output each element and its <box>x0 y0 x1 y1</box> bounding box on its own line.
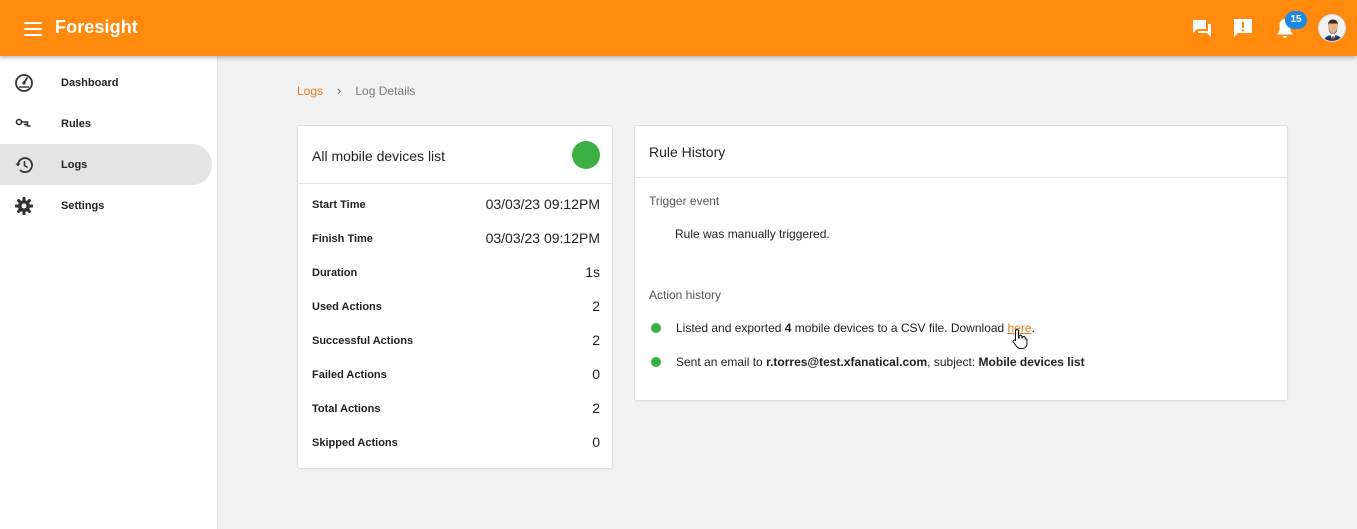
sidebar-item-logs[interactable]: Logs <box>0 144 212 185</box>
sidebar: Dashboard Rules Logs Settings <box>0 56 218 529</box>
breadcrumb: Logs › Log Details <box>297 83 415 98</box>
row-label: Used Actions <box>312 301 382 313</box>
summary-row-skipped-actions: Skipped Actions 0 <box>312 434 600 454</box>
row-value: 0 <box>592 366 600 382</box>
sidebar-item-rules[interactable]: Rules <box>0 103 212 144</box>
notification-badge: 15 <box>1285 11 1307 29</box>
log-summary-card: All mobile devices list Start Time 03/03… <box>297 125 613 469</box>
rule-history-header: Rule History <box>635 126 1287 178</box>
summary-row-successful-actions: Successful Actions 2 <box>312 332 600 352</box>
row-label: Total Actions <box>312 403 381 415</box>
summary-row-start-time: Start Time 03/03/23 09:12PM <box>312 196 600 216</box>
action-text: Listed and exported 4 mobile devices to … <box>676 321 1035 335</box>
breadcrumb-separator: › <box>337 83 342 98</box>
summary-header: All mobile devices list <box>298 126 612 184</box>
row-value: 2 <box>592 332 600 348</box>
email-subject: Mobile devices list <box>978 355 1085 369</box>
success-dot <box>651 323 661 333</box>
sidebar-item-settings[interactable]: Settings <box>0 185 212 226</box>
row-value: 03/03/23 09:12PM <box>485 196 600 212</box>
row-label: Duration <box>312 267 358 279</box>
rules-icon <box>15 118 31 127</box>
row-label: Start Time <box>312 199 366 211</box>
row-value: 2 <box>592 298 600 314</box>
chat-icon[interactable] <box>1190 16 1214 40</box>
sidebar-item-label: Rules <box>61 117 91 130</box>
row-label: Skipped Actions <box>312 437 398 449</box>
sidebar-item-label: Settings <box>61 199 105 212</box>
summary-row-total-actions: Total Actions 2 <box>312 400 600 420</box>
recipient-email: r.torres@test.xfanatical.com <box>766 355 928 369</box>
breadcrumb-current: Log Details <box>355 83 416 98</box>
row-label: Successful Actions <box>312 335 414 347</box>
row-value: 0 <box>592 434 600 450</box>
gear-icon <box>15 196 33 215</box>
trigger-event-label: Trigger event <box>649 194 720 208</box>
action-item: Sent an email to r.torres@test.xfanatica… <box>651 353 1085 371</box>
summary-row-duration: Duration 1s <box>312 264 600 284</box>
row-label: Failed Actions <box>312 369 387 381</box>
breadcrumb-logs-link[interactable]: Logs <box>297 84 323 98</box>
trigger-event-text: Rule was manually triggered. <box>675 227 830 241</box>
top-app-bar: Foresight 15 <box>0 0 1357 56</box>
row-label: Finish Time <box>312 233 373 245</box>
summary-row-failed-actions: Failed Actions 0 <box>312 366 600 386</box>
dashboard-icon <box>15 73 33 92</box>
sidebar-item-label: Dashboard <box>61 76 119 89</box>
feedback-icon[interactable] <box>1231 16 1255 40</box>
row-value: 03/03/23 09:12PM <box>485 230 600 246</box>
row-value: 2 <box>592 400 600 416</box>
row-value: 1s <box>585 264 600 280</box>
action-item: Listed and exported 4 mobile devices to … <box>651 319 1035 337</box>
app-title: Foresight <box>55 17 138 37</box>
rule-title: All mobile devices list <box>312 148 446 164</box>
rule-history-title: Rule History <box>649 144 726 160</box>
sidebar-item-label: Logs <box>61 158 88 171</box>
summary-row-used-actions: Used Actions 2 <box>312 298 600 318</box>
action-text: Sent an email to r.torres@test.xfanatica… <box>676 355 1085 369</box>
status-indicator <box>572 141 600 169</box>
summary-row-finish-time: Finish Time 03/03/23 09:12PM <box>312 230 600 250</box>
menu-icon[interactable] <box>22 18 44 38</box>
rule-history-card: Rule History Trigger event Rule was manu… <box>634 125 1288 401</box>
success-dot <box>651 357 661 367</box>
avatar[interactable] <box>1318 14 1346 42</box>
sidebar-item-dashboard[interactable]: Dashboard <box>0 62 212 103</box>
hand-cursor-icon <box>1012 328 1028 349</box>
action-history-label: Action history <box>649 288 722 302</box>
history-icon <box>15 156 33 173</box>
